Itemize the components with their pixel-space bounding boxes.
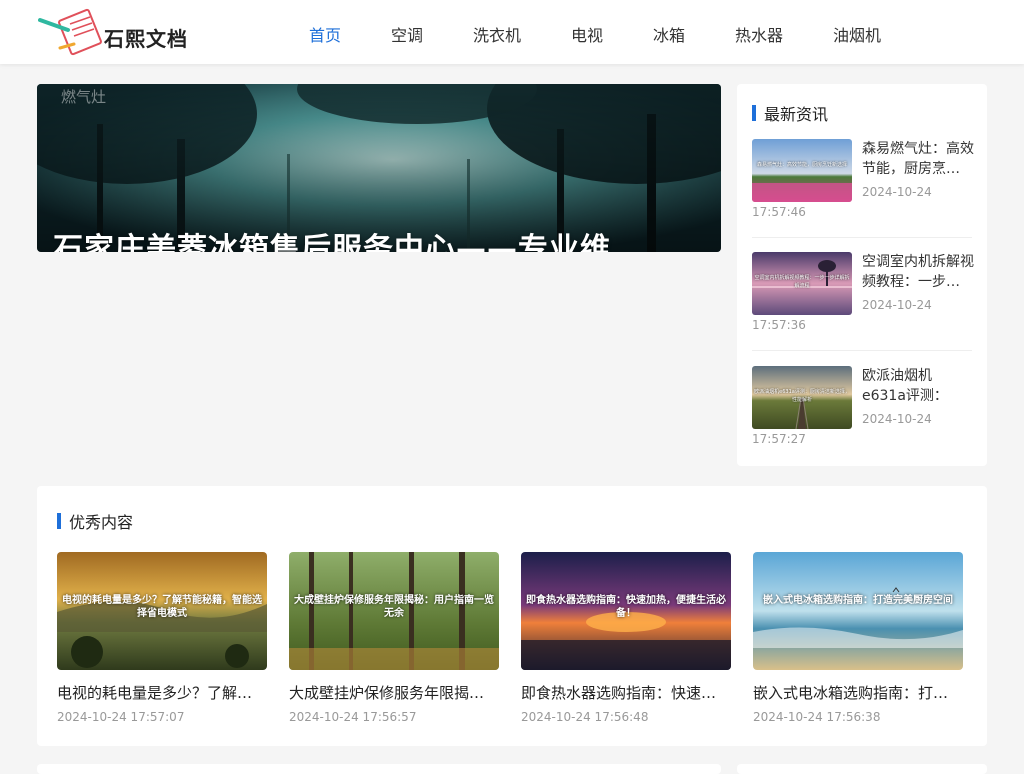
featured-content-section: 优秀内容 电视的耗电量是多少？了解节能秘籍，智能选择省电模式 电视的耗电量是多少… <box>37 486 987 746</box>
card-title[interactable]: 嵌入式电冰箱选购指南：打造完美厨房空间 <box>753 682 963 703</box>
featured-card[interactable]: 嵌入式电冰箱选购指南：打造完美厨房空间 嵌入式电冰箱选购指南：打造完美厨房空间 … <box>753 552 963 724</box>
news-title[interactable]: 森易燃气灶：高效节能，厨房烹… <box>862 139 974 179</box>
card-datetime: 2024-10-24 17:56:48 <box>521 710 649 724</box>
card-datetime: 2024-10-24 17:57:07 <box>57 710 185 724</box>
latest-news-panel: 最新资讯 森易燃气灶：高效节能，厨房烹饪新选择 森易燃气灶：高效节能，厨房烹… … <box>737 84 987 466</box>
featured-title: 优秀内容 <box>69 513 134 532</box>
card-thumbnail[interactable]: 即食热水器选购指南：快速加热，便捷生活必备！ <box>521 552 731 670</box>
card-title[interactable]: 大成壁挂炉保修服务年限揭秘：用户指南一览无余 <box>289 682 499 703</box>
nav-item-range-hood[interactable]: 油烟机 <box>833 22 881 46</box>
news-time: 17:57:46 <box>752 205 806 219</box>
news-thumbnail[interactable]: 欧派油烟机e631a评测：厨房清洁新选择，性能解析 <box>752 366 852 429</box>
featured-heading: 优秀内容 <box>57 509 133 533</box>
featured-card[interactable]: 电视的耗电量是多少？了解节能秘籍，智能选择省电模式 电视的耗电量是多少？了解节能… <box>57 552 267 724</box>
thumb-caption: 欧派油烟机e631a评测：厨房清洁新选择，性能解析 <box>754 389 850 403</box>
logo-text: 石熙文档 <box>104 27 188 51</box>
thumb-image <box>753 552 963 670</box>
news-time: 17:57:27 <box>752 432 806 446</box>
news-thumbnail[interactable]: 空调室内机拆解视频教程：一步一步详解拆解流程 <box>752 252 852 315</box>
nav-item-water-heater[interactable]: 热水器 <box>735 22 783 46</box>
divider <box>752 237 972 238</box>
news-thumbnail[interactable]: 森易燃气灶：高效节能，厨房烹饪新选择 <box>752 139 852 202</box>
card-thumbnail[interactable]: 嵌入式电冰箱选购指南：打造完美厨房空间 <box>753 552 963 670</box>
news-title[interactable]: 空调室内机拆解视频教程：一步… <box>862 252 974 292</box>
next-section-left <box>37 764 721 774</box>
heading-accent-bar <box>752 105 756 121</box>
notebook-pencil-icon <box>38 8 102 56</box>
card-caption: 即食热水器选购指南：快速加热，便捷生活必备！ <box>526 595 726 619</box>
card-datetime: 2024-10-24 17:56:57 <box>289 710 417 724</box>
next-section-right <box>737 764 987 774</box>
nav-item-fridge[interactable]: 冰箱 <box>653 22 685 46</box>
featured-card[interactable]: 即食热水器选购指南：快速加热，便捷生活必备！ 即食热水器选购指南：快速加热，便捷… <box>521 552 731 724</box>
news-date: 2024-10-24 <box>862 298 932 312</box>
card-title[interactable]: 电视的耗电量是多少？了解节能秘籍，智能选择省电模式 <box>57 682 267 703</box>
featured-card[interactable]: 大成壁挂炉保修服务年限揭秘：用户指南一览无余 大成壁挂炉保修服务年限揭秘：用户指… <box>289 552 499 724</box>
thumb-caption: 森易燃气灶：高效节能，厨房烹饪新选择 <box>756 162 847 168</box>
news-title[interactable]: 欧派油烟机e631a评测：厨… <box>862 366 974 406</box>
card-thumbnail[interactable]: 电视的耗电量是多少？了解节能秘籍，智能选择省电模式 <box>57 552 267 670</box>
card-caption: 大成壁挂炉保修服务年限揭秘：用户指南一览无余 <box>294 595 494 619</box>
latest-news-title: 最新资讯 <box>764 105 829 124</box>
thumb-caption: 空调室内机拆解视频教程：一步一步详解拆解流程 <box>754 275 850 289</box>
news-time: 17:57:36 <box>752 318 806 332</box>
card-datetime: 2024-10-24 17:56:38 <box>753 710 881 724</box>
site-logo[interactable]: 石熙文档 <box>38 8 198 56</box>
latest-news-heading: 最新资讯 <box>752 101 828 125</box>
banner-category-tag[interactable]: 燃气灶 <box>61 86 106 107</box>
nav-item-washer[interactable]: 洗衣机 <box>473 22 521 46</box>
news-date: 2024-10-24 <box>862 185 932 199</box>
nav-item-aircon[interactable]: 空调 <box>391 22 423 46</box>
nav-item-tv[interactable]: 电视 <box>571 22 603 46</box>
card-title[interactable]: 即食热水器选购指南：快速加热，便捷生活必备！ <box>521 682 731 703</box>
hero-banner[interactable]: 燃气灶 石家庄美菱冰箱售后服务中心——专业维 <box>37 84 721 252</box>
divider <box>752 350 972 351</box>
news-date: 2024-10-24 <box>862 412 932 426</box>
thumb-image <box>752 139 852 202</box>
banner-title[interactable]: 石家庄美菱冰箱售后服务中心——专业维 <box>53 224 611 252</box>
card-caption: 嵌入式电冰箱选购指南：打造完美厨房空间 <box>763 595 953 606</box>
card-caption: 电视的耗电量是多少？了解节能秘籍，智能选择省电模式 <box>62 595 262 619</box>
nav-item-home[interactable]: 首页 <box>309 22 341 46</box>
site-header: 石熙文档 首页 空调 洗衣机 电视 冰箱 热水器 油烟机 <box>0 0 1024 64</box>
card-thumbnail[interactable]: 大成壁挂炉保修服务年限揭秘：用户指南一览无余 <box>289 552 499 670</box>
heading-accent-bar <box>57 513 61 529</box>
